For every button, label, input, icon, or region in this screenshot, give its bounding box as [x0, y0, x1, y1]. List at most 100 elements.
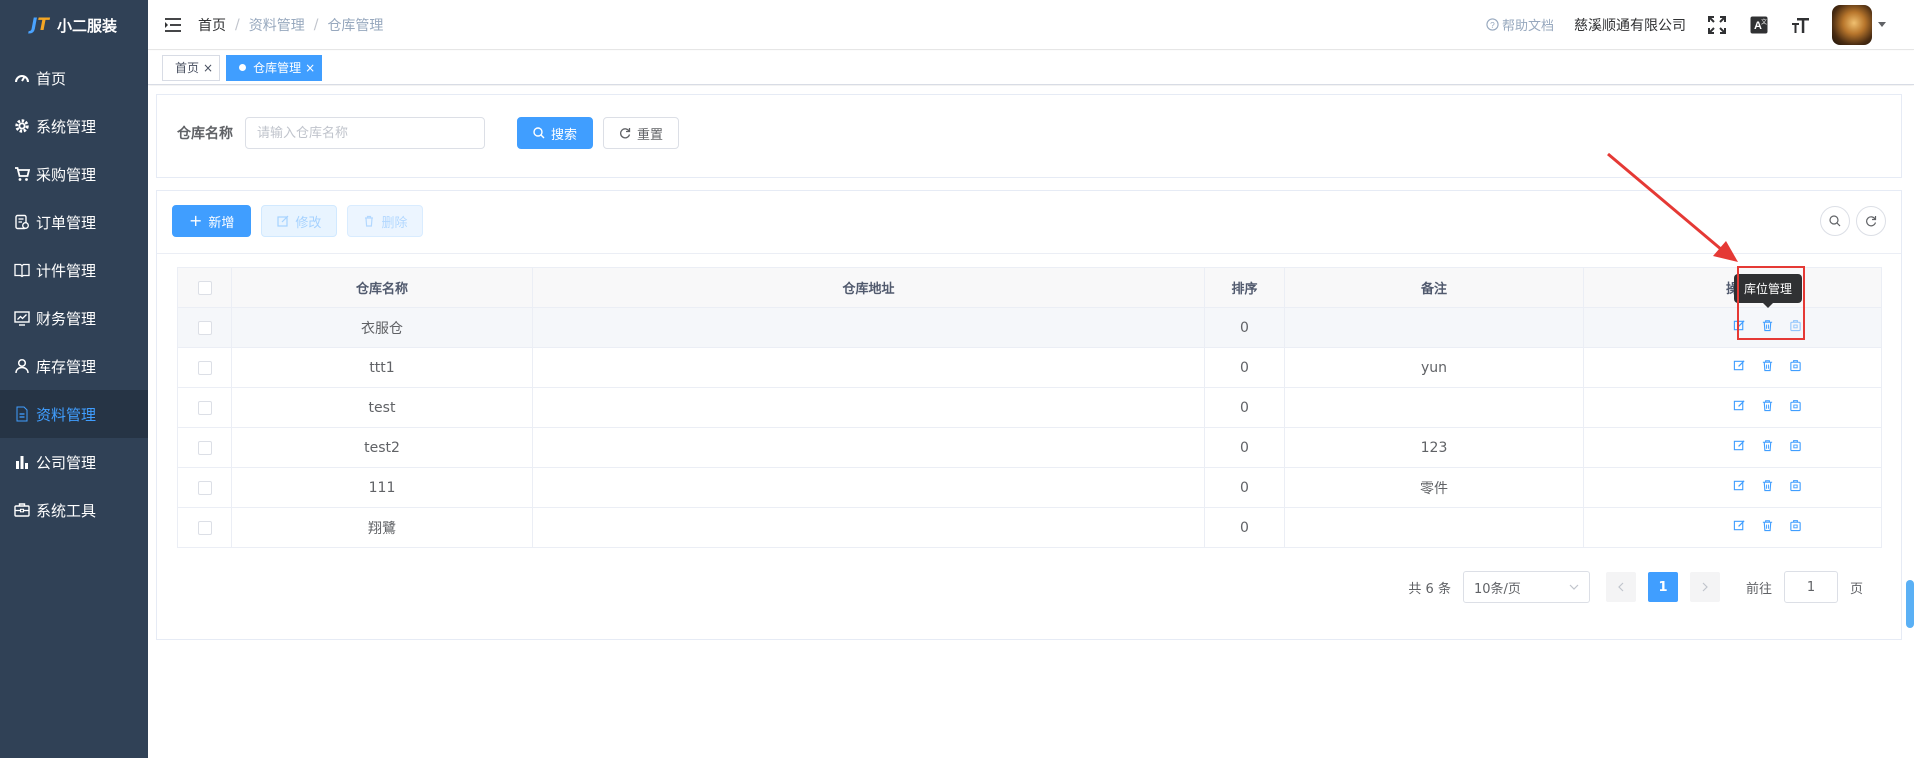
- prev-page-button[interactable]: [1605, 572, 1636, 602]
- caret-down-icon: [1878, 22, 1886, 27]
- document-icon: [14, 406, 30, 422]
- warehouse-address-cell: [532, 427, 1205, 468]
- tags-view: 首页 × 仓库管理 ×: [148, 51, 1914, 85]
- actions-cell: [1583, 347, 1882, 388]
- logo[interactable]: JT 小二服装: [0, 0, 148, 50]
- actions-cell: [1583, 387, 1882, 428]
- table-row[interactable]: test2 0 123: [177, 427, 1882, 468]
- breadcrumb-warehouse: 仓库管理: [327, 17, 384, 34]
- hamburger-toggle[interactable]: [148, 17, 198, 33]
- row-edit-icon[interactable]: [1733, 479, 1747, 493]
- row-checkbox[interactable]: [197, 400, 212, 415]
- warehouse-location-icon[interactable]: [1789, 519, 1803, 533]
- sidebar-item[interactable]: 系统工具: [0, 486, 148, 534]
- sidebar-item[interactable]: 资料管理: [0, 390, 148, 438]
- trash-icon: [365, 215, 374, 227]
- select-all-cell: [177, 267, 232, 308]
- sort-cell: 0: [1204, 307, 1285, 348]
- navbar: 首页 / 资料管理 / 仓库管理 ? 帮助文档 慈溪顺通有限公司 A文: [148, 0, 1914, 50]
- row-edit-icon[interactable]: [1733, 439, 1747, 453]
- font-size-button[interactable]: [1790, 14, 1812, 36]
- warehouse-location-icon[interactable]: [1789, 479, 1803, 493]
- sidebar-item[interactable]: 首页: [0, 54, 148, 102]
- next-page-button[interactable]: [1689, 572, 1720, 602]
- warehouse-name-cell: test: [231, 387, 533, 428]
- refresh-button[interactable]: [1856, 206, 1886, 236]
- warehouse-address-cell: [532, 467, 1205, 508]
- row-select-cell: [177, 387, 232, 428]
- annotation-highlight-box: [1737, 266, 1805, 340]
- sidebar-item-label: 计件管理: [36, 261, 97, 280]
- remark-cell: 123: [1284, 427, 1584, 468]
- warehouse-name-cell: test2: [231, 427, 533, 468]
- tab-home[interactable]: 首页 ×: [162, 54, 221, 81]
- goto-page-input[interactable]: [1783, 571, 1838, 603]
- page-number-current[interactable]: 1: [1647, 572, 1678, 602]
- sort-cell: 0: [1204, 507, 1285, 548]
- scrollbar-thumb[interactable]: [1906, 580, 1914, 628]
- warehouse-location-icon[interactable]: [1789, 439, 1803, 453]
- user-icon: [14, 358, 30, 374]
- toggle-search-button[interactable]: [1820, 206, 1850, 236]
- sidebar-item[interactable]: 订单管理: [0, 198, 148, 246]
- table-row[interactable]: 111 0 零件: [177, 467, 1882, 508]
- remark-cell: yun: [1284, 347, 1584, 388]
- sidebar-item[interactable]: 计件管理: [0, 246, 148, 294]
- row-checkbox[interactable]: [197, 440, 212, 455]
- close-icon[interactable]: ×: [305, 61, 315, 75]
- table-row[interactable]: 翔鷺 0: [177, 507, 1882, 548]
- row-edit-icon[interactable]: [1733, 519, 1747, 533]
- table-row[interactable]: ttt1 0 yun: [177, 347, 1882, 388]
- tab-warehouse[interactable]: 仓库管理 ×: [226, 54, 323, 81]
- table-row[interactable]: test 0: [177, 387, 1882, 428]
- sidebar-item[interactable]: 采购管理: [0, 150, 148, 198]
- user-menu[interactable]: [1832, 4, 1886, 45]
- sidebar-item[interactable]: 系统管理: [0, 102, 148, 150]
- row-edit-icon[interactable]: [1733, 399, 1747, 413]
- sidebar-item-label: 公司管理: [36, 453, 97, 472]
- reset-button[interactable]: 重置: [603, 117, 680, 149]
- row-checkbox[interactable]: [197, 320, 212, 335]
- row-edit-icon[interactable]: [1733, 359, 1747, 373]
- remark-cell: [1284, 507, 1584, 548]
- row-delete-icon[interactable]: [1761, 479, 1775, 493]
- row-checkbox[interactable]: [197, 480, 212, 495]
- refresh-icon: [620, 128, 631, 139]
- help-docs-link[interactable]: ? 帮助文档: [1486, 15, 1554, 34]
- warehouse-name-input[interactable]: [245, 117, 485, 149]
- warehouse-location-icon[interactable]: [1789, 399, 1803, 413]
- sidebar-item[interactable]: 库存管理: [0, 342, 148, 390]
- pagination: 共 6 条 10条/页 1 前往 页: [1408, 571, 1863, 603]
- row-delete-icon[interactable]: [1761, 519, 1775, 533]
- search-button[interactable]: 搜索: [517, 117, 594, 149]
- help-docs-label: 帮助文档: [1501, 19, 1554, 34]
- row-delete-icon[interactable]: [1761, 399, 1775, 413]
- page-size-value: 10条/页: [1473, 581, 1521, 597]
- page-size-select[interactable]: 10条/页: [1462, 571, 1590, 603]
- row-delete-icon[interactable]: [1761, 359, 1775, 373]
- select-all-checkbox[interactable]: [197, 280, 212, 295]
- row-select-cell: [177, 507, 232, 548]
- close-icon[interactable]: ×: [203, 61, 213, 75]
- sidebar-item[interactable]: 公司管理: [0, 438, 148, 486]
- row-select-cell: [177, 467, 232, 508]
- table-row[interactable]: 衣服仓 0: [177, 307, 1882, 348]
- add-button[interactable]: + 新增: [172, 205, 252, 237]
- breadcrumb-home[interactable]: 首页: [198, 15, 226, 35]
- sidebar-item[interactable]: 财务管理: [0, 294, 148, 342]
- sidebar-item-label: 采购管理: [36, 165, 97, 184]
- row-checkbox[interactable]: [197, 520, 212, 535]
- table-header-row: 仓库名称 仓库地址 排序 备注 操: [177, 267, 1882, 308]
- row-select-cell: [177, 347, 232, 388]
- edit-button[interactable]: 修改: [261, 205, 338, 237]
- sidebar-item-label: 订单管理: [36, 213, 97, 232]
- sidebar-item-label: 系统管理: [36, 117, 97, 136]
- warehouse-location-icon[interactable]: [1789, 359, 1803, 373]
- row-delete-icon[interactable]: [1761, 439, 1775, 453]
- logo-text: 小二服装: [56, 16, 117, 35]
- delete-button[interactable]: 删除: [347, 205, 424, 237]
- fullscreen-button[interactable]: [1706, 14, 1728, 36]
- language-button[interactable]: A文: [1748, 14, 1770, 36]
- row-checkbox[interactable]: [197, 360, 212, 375]
- fullscreen-icon: [1708, 15, 1726, 34]
